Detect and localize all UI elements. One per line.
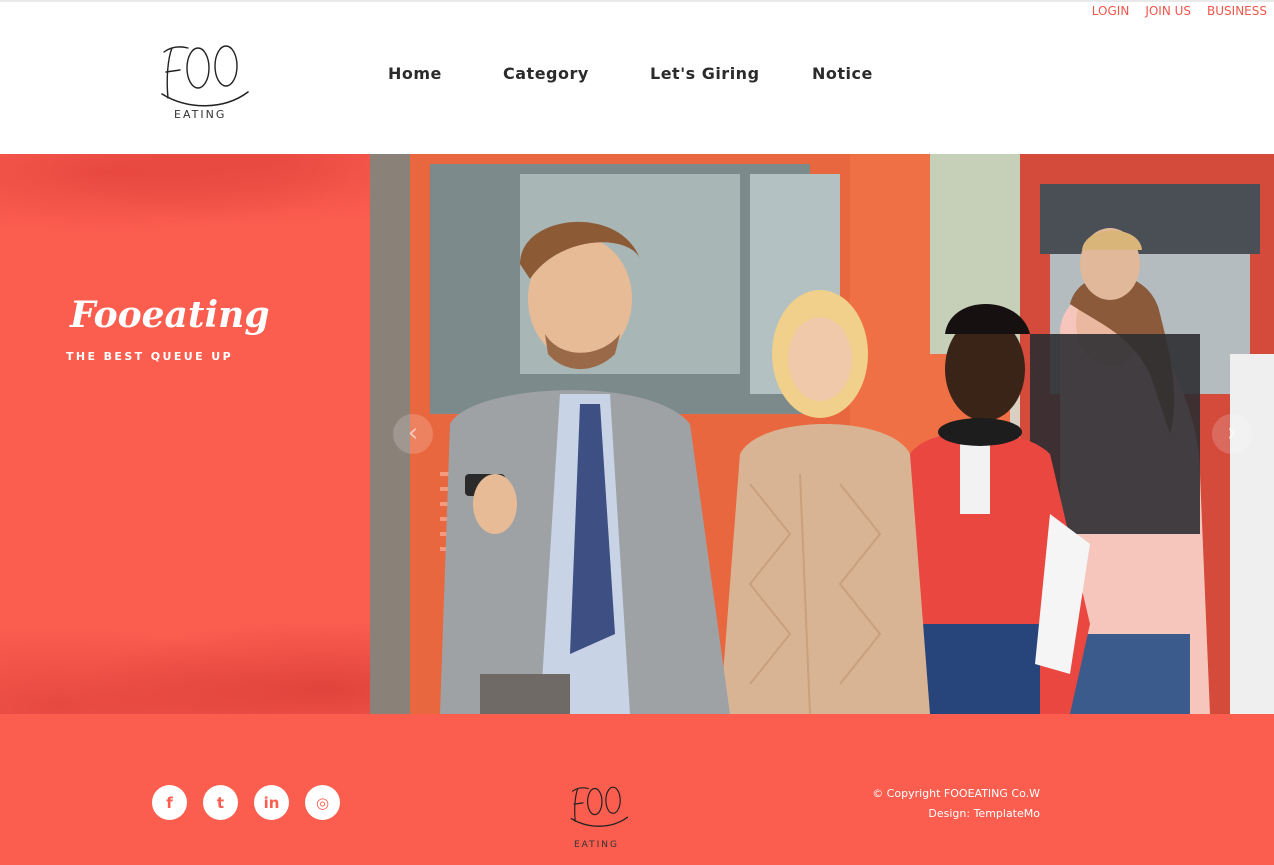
linkedin-icon[interactable]: in — [254, 785, 289, 820]
site-logo[interactable]: EATING — [158, 38, 254, 130]
nav-notice[interactable]: Notice — [812, 64, 873, 83]
copyright-text: © Copyright FOOEATING Co.W — [872, 787, 1040, 800]
logo-subtext: EATING — [174, 108, 227, 121]
hero-text-panel: Fooeating THE BEST QUEUE UP — [0, 154, 370, 714]
twitter-icon[interactable]: t — [203, 785, 238, 820]
hero-title: Fooeating — [70, 294, 270, 336]
instagram-icon[interactable]: ◎ — [305, 785, 340, 820]
nav-category[interactable]: Category — [503, 64, 589, 83]
hero-section: Fooeating THE BEST QUEUE UP ‹ › — [0, 154, 1274, 714]
footer-logo[interactable]: EATING — [560, 782, 640, 854]
nav-home[interactable]: Home — [388, 64, 442, 83]
social-links: f t in ◎ — [152, 785, 340, 820]
decorative-foliage-bottom — [0, 594, 370, 714]
footer-logo-graphic — [570, 786, 629, 827]
hero-image — [370, 154, 1274, 714]
queue-photo-illustration — [370, 154, 1274, 714]
top-divider — [0, 0, 1274, 2]
chevron-right-icon: › — [1226, 418, 1238, 448]
hero-subtitle: THE BEST QUEUE UP — [66, 350, 234, 363]
design-credit: Design: TemplateMo — [928, 807, 1040, 820]
join-us-link[interactable]: JOIN US — [1145, 4, 1191, 18]
footer-logo-subtext: EATING — [574, 840, 620, 850]
copyright-block: © Copyright FOOEATING Co.W Design: Templ… — [872, 784, 1040, 824]
nav-lets-giring[interactable]: Let's Giring — [650, 64, 760, 83]
site-footer: f t in ◎ EATING © Copyright FOOEATING Co… — [0, 714, 1274, 865]
decorative-foliage-top — [0, 154, 370, 244]
slider-prev-button[interactable]: ‹ — [393, 414, 433, 454]
slider-next-button[interactable]: › — [1212, 414, 1252, 454]
business-link[interactable]: BUSINESS — [1207, 4, 1267, 18]
chevron-left-icon: ‹ — [407, 418, 419, 448]
login-link[interactable]: LOGIN — [1092, 4, 1130, 18]
utility-links: LOGIN JOIN US BUSINESS — [1092, 4, 1267, 18]
facebook-icon[interactable]: f — [152, 785, 187, 820]
